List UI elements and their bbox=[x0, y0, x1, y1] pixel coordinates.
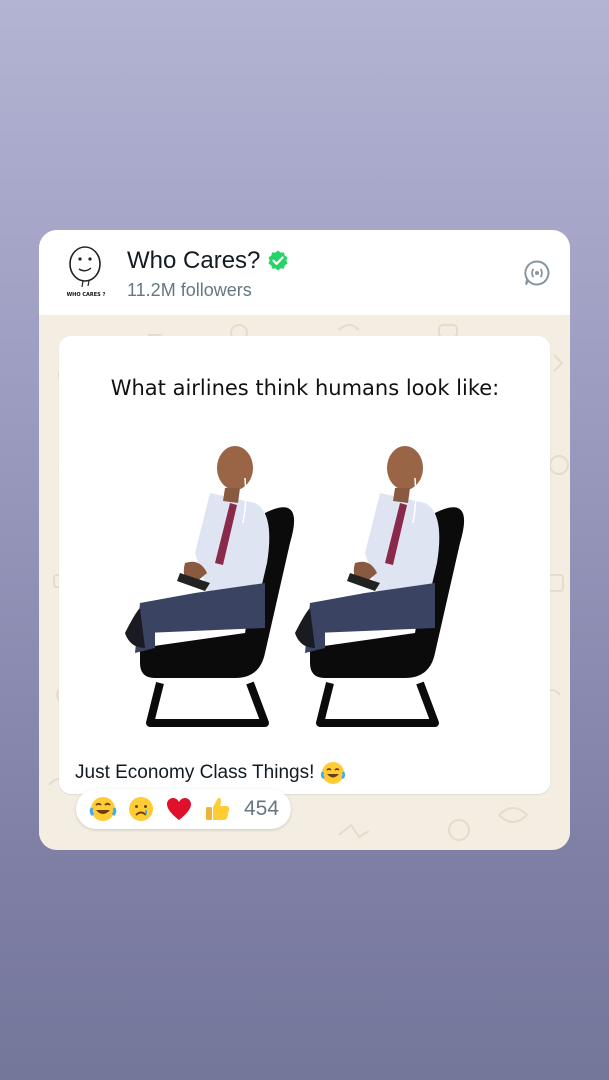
avatar-text: WHO CARES ? bbox=[67, 292, 106, 298]
reaction-count: 454 bbox=[244, 797, 280, 820]
face-with-tears-of-joy-icon bbox=[321, 762, 346, 784]
channel-post-card: WHO CARES ? Who Cares? 11.2M followers W… bbox=[39, 230, 570, 850]
reactions-bar[interactable]: 454 bbox=[76, 789, 292, 829]
channel-name-text: Who Cares? bbox=[127, 247, 261, 274]
face-with-tears-of-joy-reaction-icon[interactable] bbox=[88, 794, 118, 824]
follower-count: 11.2M followers bbox=[127, 280, 252, 300]
crying-face-reaction-icon[interactable] bbox=[126, 794, 156, 824]
channel-header[interactable]: WHO CARES ? Who Cares? 11.2M followers bbox=[39, 230, 570, 315]
post-caption: Just Economy Class Things! bbox=[75, 760, 346, 786]
verified-badge-icon bbox=[268, 250, 288, 271]
meme-image[interactable]: What airlines think humans look like: bbox=[75, 348, 535, 753]
channel-name[interactable]: Who Cares? bbox=[127, 247, 290, 275]
message-bubble[interactable]: What airlines think humans look like: Ju… bbox=[59, 336, 550, 794]
caption-text: Just Economy Class Things! bbox=[75, 762, 315, 783]
seated-person-image-duplicate bbox=[295, 446, 465, 727]
meme-title: What airlines think humans look like: bbox=[110, 376, 500, 400]
red-heart-reaction-icon[interactable] bbox=[164, 794, 194, 824]
channel-avatar[interactable]: WHO CARES ? bbox=[61, 242, 111, 302]
channel-broadcast-icon[interactable] bbox=[523, 259, 551, 287]
thumbs-up-reaction-icon[interactable] bbox=[202, 794, 232, 824]
